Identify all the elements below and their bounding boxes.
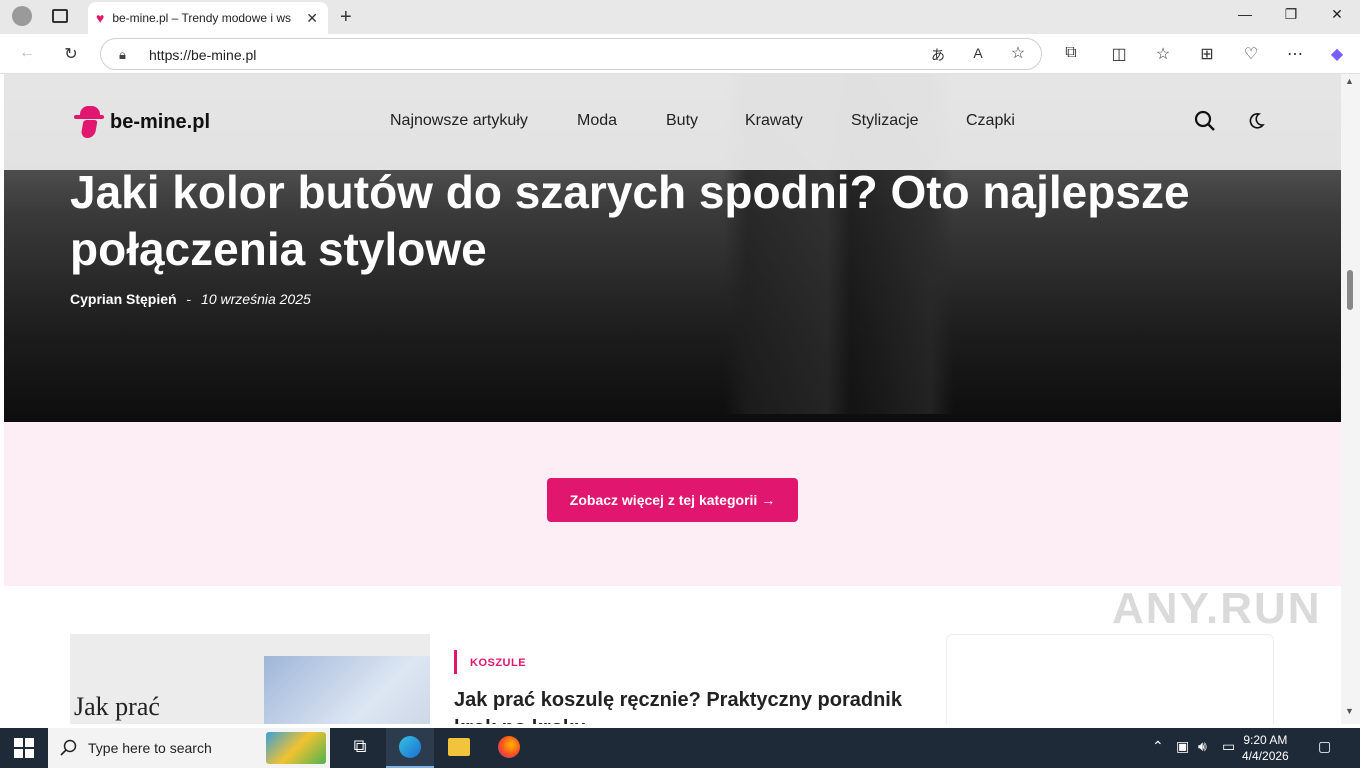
thumbnail-photo [264, 656, 430, 724]
page-scrollbar[interactable]: ▲ ▼ [1341, 74, 1360, 724]
article-thumbnail[interactable]: Jak prać [70, 634, 430, 724]
clock-time: 9:20 AM [1243, 733, 1288, 747]
notifications-icon[interactable]: ▢ [1318, 738, 1331, 755]
task-view-icon[interactable]: ⧉ [348, 736, 372, 760]
hero-article-title[interactable]: Jaki kolor butów do szarych spodni? Oto … [70, 164, 1220, 278]
nav-item-moda[interactable]: Moda [577, 112, 617, 130]
lock-icon[interactable]: 🔒︎ [119, 47, 126, 63]
article-category[interactable]: KOSZULE [470, 657, 526, 669]
hero-meta: Cyprian Stępień - 10 września 2025 [70, 291, 311, 307]
more-menu-icon[interactable]: ⋯ [1284, 44, 1306, 64]
tab-title: be-mine.pl – Trendy modowe i ws [112, 11, 292, 25]
author-name[interactable]: Cyprian Stępień [70, 291, 177, 307]
browser-essentials-icon[interactable]: ♡ [1240, 44, 1262, 64]
clock-date: 4/4/2026 [1242, 749, 1289, 763]
site-logo[interactable]: be-mine.pl [74, 106, 210, 138]
translate-icon[interactable]: あ [927, 45, 949, 65]
scroll-up-icon[interactable]: ▲ [1345, 76, 1354, 86]
taskbar-search-placeholder: Type here to search [88, 740, 212, 756]
scrollbar-thumb[interactable] [1347, 270, 1353, 310]
scroll-down-icon[interactable]: ▼ [1345, 706, 1354, 716]
category-accent-bar [454, 650, 457, 674]
favorite-star-icon[interactable]: ☆ [1007, 43, 1029, 63]
close-window-button[interactable]: ✕ [1314, 6, 1360, 23]
sidebar-widget [946, 634, 1274, 724]
logo-text: be-mine.pl [110, 110, 211, 133]
extensions-icon[interactable]: ⧉ [1060, 44, 1082, 62]
profile-avatar-icon[interactable] [12, 6, 32, 26]
taskbar-search-icon [60, 739, 77, 756]
category-cta-section: Zobacz więcej z tej kategorii → [4, 422, 1341, 586]
nav-item-stylizacje[interactable]: Stylizacje [851, 112, 919, 130]
minimize-button[interactable]: — [1222, 6, 1268, 22]
nav-item-krawaty[interactable]: Krawaty [745, 112, 803, 130]
nav-item-najnowsze[interactable]: Najnowsze artykuły [390, 112, 528, 130]
site-favicon-icon: ♥ [96, 10, 105, 26]
tray-device-icon[interactable]: ▣ [1176, 738, 1189, 755]
browser-toolbar: ← ↻ 🔒︎ https://be-mine.pl あ A ☆ ⧉ ◫ ☆ ⊞ … [0, 34, 1360, 74]
windows-taskbar: Type here to search ⧉ ⌃ ▣ 🔊︎ ▭ 9:20 AM 4… [0, 728, 1360, 768]
address-bar[interactable]: 🔒︎ https://be-mine.pl あ A ☆ [100, 38, 1042, 70]
meta-separator: - [186, 291, 192, 307]
browser-tab-bar: ♥ be-mine.pl – Trendy modowe i ws ✕ + — … [0, 0, 1360, 34]
taskbar-search-box[interactable]: Type here to search [48, 728, 330, 768]
nav-item-buty[interactable]: Buty [666, 112, 698, 130]
thumbnail-text: Jak prać [74, 692, 160, 721]
split-screen-icon[interactable]: ◫ [1108, 44, 1130, 64]
search-icon[interactable] [1194, 110, 1216, 132]
restore-button[interactable]: ❐ [1268, 6, 1314, 23]
edge-icon [399, 736, 421, 758]
nav-item-czapki[interactable]: Czapki [966, 112, 1015, 130]
read-aloud-icon[interactable]: A [967, 45, 989, 61]
taskbar-clock[interactable]: 9:20 AM 4/4/2026 [1242, 732, 1289, 764]
windows-start-icon[interactable] [14, 738, 34, 758]
new-tab-button[interactable]: + [340, 6, 352, 29]
see-more-category-button[interactable]: Zobacz więcej z tej kategorii → [547, 478, 798, 522]
volume-icon[interactable]: 🔊︎ [1198, 738, 1207, 755]
collections-icon[interactable]: ⊞ [1196, 44, 1218, 64]
tab-close-icon[interactable]: ✕ [306, 10, 318, 27]
logo-mark-icon [74, 106, 104, 138]
favorites-icon[interactable]: ☆ [1152, 44, 1174, 64]
tray-chevron-icon[interactable]: ⌃ [1152, 738, 1164, 755]
edge-taskbar-button[interactable] [386, 728, 434, 768]
refresh-icon[interactable]: ↻ [60, 44, 82, 64]
firefox-icon[interactable] [498, 736, 520, 758]
active-tab[interactable]: ♥ be-mine.pl – Trendy modowe i ws ✕ [88, 2, 328, 34]
file-explorer-icon[interactable] [448, 738, 470, 756]
network-icon[interactable]: ▭ [1222, 738, 1235, 755]
tab-actions-icon[interactable] [52, 9, 68, 23]
article-date: 10 września 2025 [201, 291, 311, 307]
url-text[interactable]: https://be-mine.pl [149, 47, 256, 63]
back-icon[interactable]: ← [16, 44, 38, 62]
dark-mode-moon-icon[interactable] [1247, 112, 1265, 130]
search-highlight-image [266, 732, 326, 764]
site-header: be-mine.pl Najnowsze artykuły Moda Buty … [4, 74, 1341, 170]
copilot-icon[interactable]: ◆ [1326, 44, 1348, 64]
anyrun-watermark: ANY.RUN [1112, 584, 1322, 633]
article-title[interactable]: Jak prać koszulę ręcznie? Praktyczny por… [454, 686, 934, 724]
